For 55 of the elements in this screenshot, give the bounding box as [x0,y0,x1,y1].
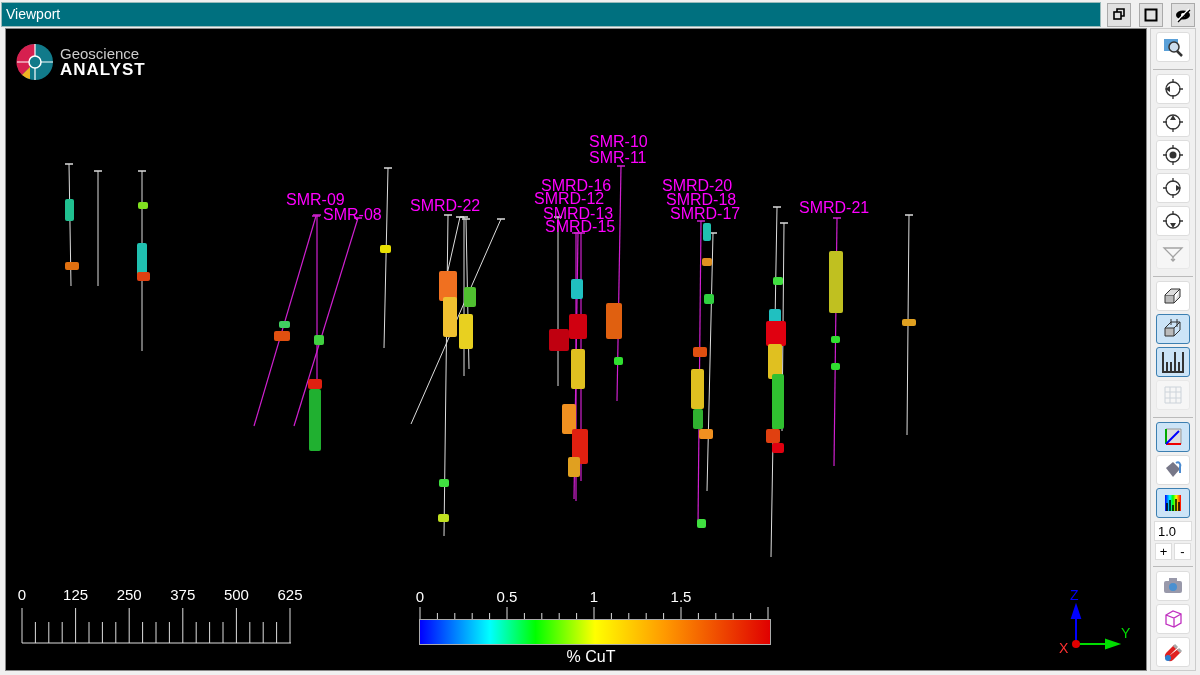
grid-icon [1161,383,1185,407]
drillhole-label: SMR-10 [589,133,648,150]
magnet-button[interactable] [1156,637,1190,667]
legend-label: 1 [589,587,599,607]
scale-label: 0 [17,585,27,605]
drillhole-label: SMRD-20 [662,177,733,194]
axis-triad-drawing [1071,602,1122,649]
step-button[interactable]: + [1155,543,1172,560]
drillhole-label: SMRD-18 [666,191,737,208]
drillhole-label: SMRD-17 [670,205,741,222]
axes-grid-button[interactable] [1156,422,1190,452]
scale-label: 250 [116,585,142,605]
box-outline-button[interactable] [1156,314,1190,344]
logo-text: ANALYST [60,62,146,78]
maximize-button[interactable] [1139,2,1163,27]
color-bar-button[interactable] [1156,488,1190,518]
paint-bucket-button[interactable] [1156,455,1190,485]
logo-text: Geoscience [60,46,141,62]
legend-label: 1.5 [670,587,692,607]
scale-label: 375 [170,585,196,605]
rotate-left-button[interactable] [1156,74,1190,104]
scale-label: 500 [223,585,249,605]
axis-label: Z [1070,587,1079,603]
drillhole-label: SMRD-22 [410,197,481,214]
hide-button[interactable] [1171,2,1195,27]
box-perspective-button[interactable] [1156,281,1190,311]
scale-input[interactable]: 1.0 [1154,521,1192,541]
drillhole-label: SMR-11 [589,149,647,166]
step-button[interactable]: - [1174,543,1191,560]
wireframe-cube-button[interactable] [1156,604,1190,634]
logo-icon [16,43,54,81]
drillhole-label: SMRD-21 [799,199,870,216]
ruler-icon [1161,350,1185,374]
axis-label: Y [1121,625,1131,641]
restore-icon [1111,6,1127,23]
legend-label: 0 [415,587,425,607]
scale-label: 625 [277,585,303,605]
scale-label: 125 [63,585,89,605]
restore-button[interactable] [1107,2,1131,27]
legend-title: % CuT [565,647,617,667]
drillhole-label: SMR-08 [323,206,382,223]
legend-label: 0.5 [496,587,518,607]
window-title: Viewport [6,5,61,24]
maximize-icon [1143,6,1159,23]
ruler-button[interactable] [1156,347,1190,377]
rotate-up-button[interactable] [1156,107,1190,137]
drillhole-label: SMR-09 [286,191,345,208]
rotate-down-button[interactable] [1156,206,1190,236]
rotate-right-button[interactable] [1156,173,1190,203]
eye-slash-icon [1175,6,1191,23]
camera-button[interactable] [1156,571,1190,601]
zoom-extents-button[interactable] [1156,32,1190,62]
target-icon [1161,143,1185,167]
axis-label: X [1059,640,1069,654]
target-button[interactable] [1156,140,1190,170]
